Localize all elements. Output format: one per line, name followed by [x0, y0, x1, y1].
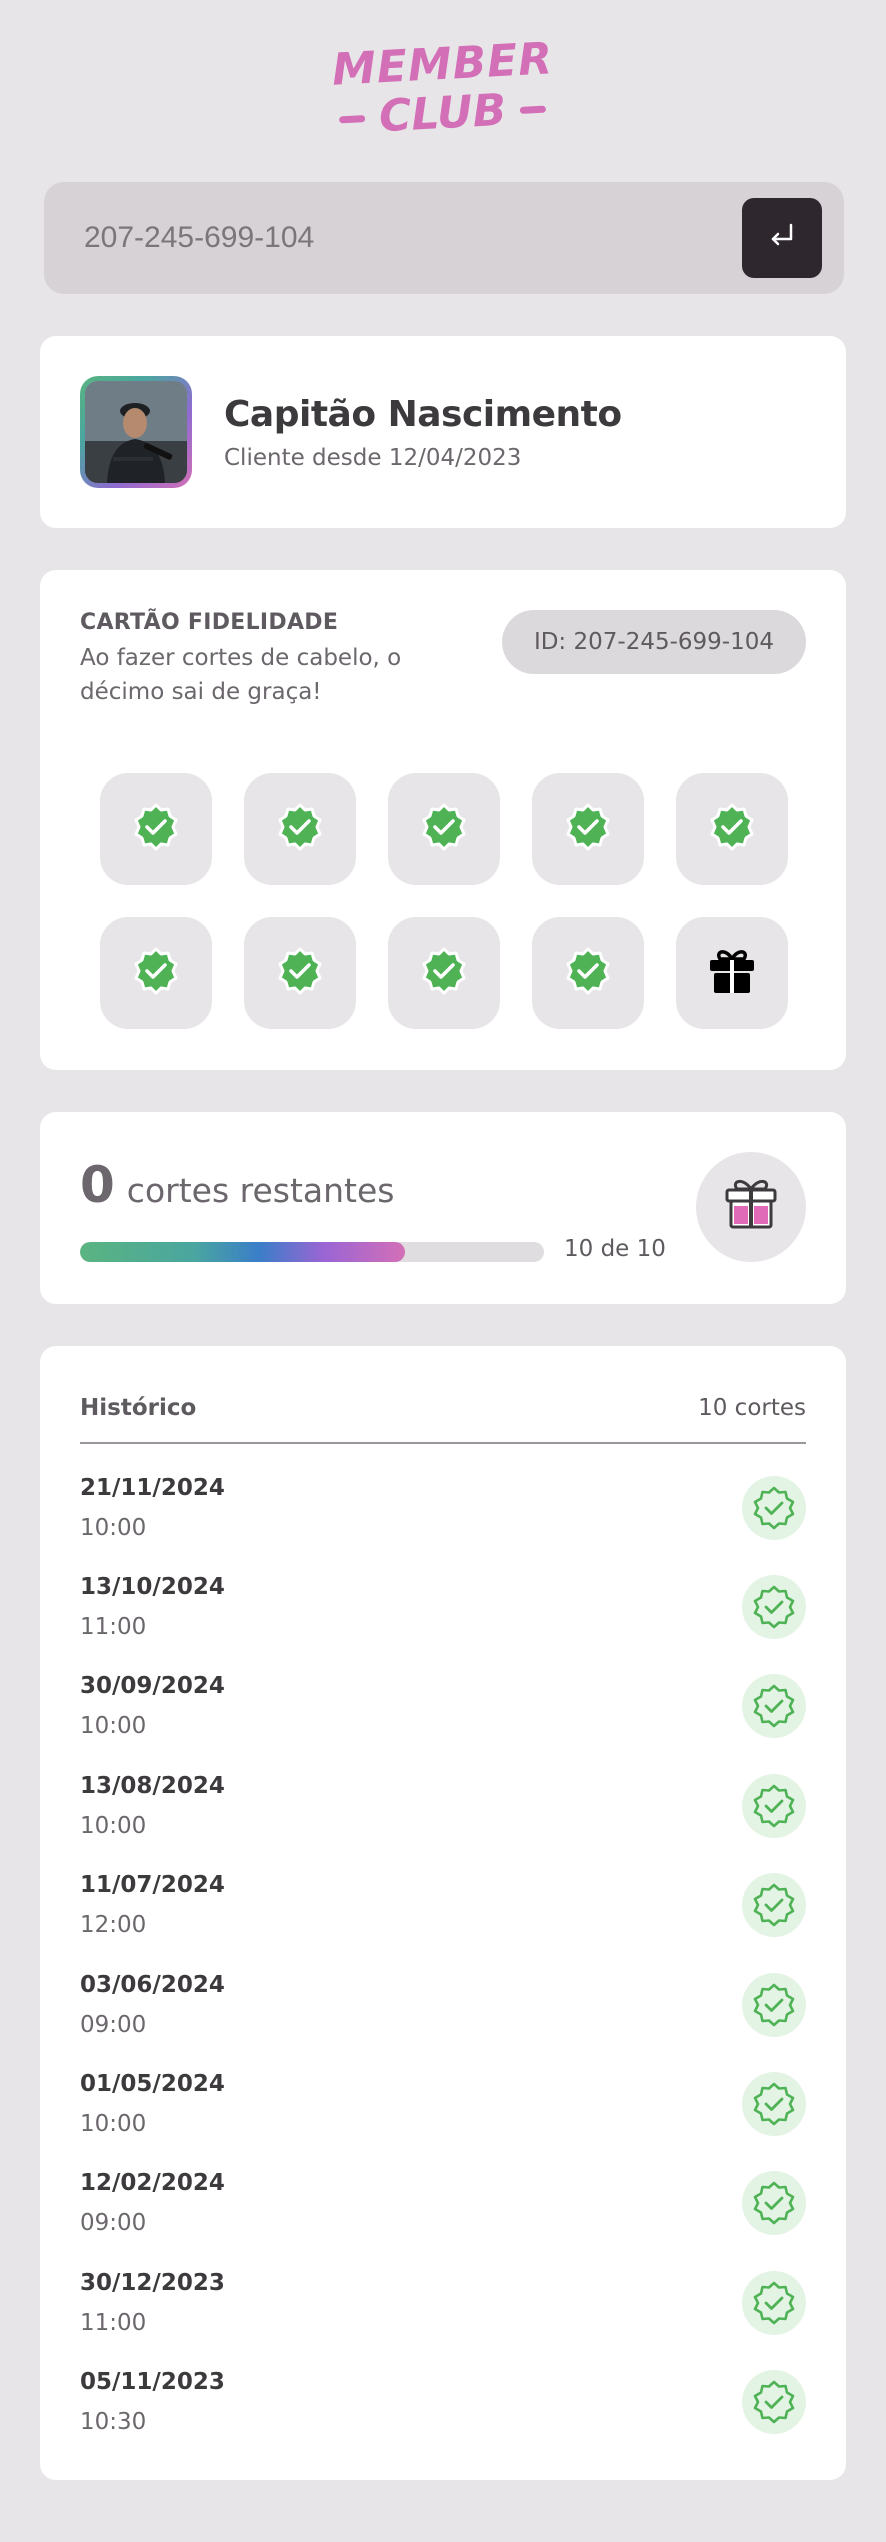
remaining-label: cortes restantes — [126, 1171, 395, 1210]
logo-dash-right — [520, 105, 547, 114]
gift-icon — [719, 1173, 783, 1241]
stamp-slot — [676, 773, 788, 885]
history-date: 11/07/2024 — [80, 1872, 225, 1899]
history-row: 11/07/2024 12:00 — [80, 1856, 806, 1955]
history-row: 01/05/2024 10:00 — [80, 2054, 806, 2153]
check-seal-icon — [742, 1674, 806, 1739]
history-row: 13/10/2024 11:00 — [80, 1557, 806, 1656]
client-name: Capitão Nascimento — [224, 393, 622, 435]
check-seal-icon — [742, 1475, 806, 1540]
history-row: 12/02/2024 09:00 — [80, 2154, 806, 2253]
history-divider — [80, 1442, 806, 1444]
history-row: 13/08/2024 10:00 — [80, 1756, 806, 1855]
check-seal-icon — [131, 946, 181, 1000]
history-date: 01/05/2024 — [80, 2071, 225, 2098]
history-date: 21/11/2024 — [80, 1474, 225, 1501]
history-card: Histórico 10 cortes 21/11/2024 10:00 13/10… — [40, 1346, 846, 2480]
history-time: 10:00 — [80, 1514, 147, 1541]
progress-fill — [80, 1242, 405, 1262]
profile-card: Capitão Nascimento Cliente desde 12/04/2… — [40, 336, 846, 528]
id-badge: ID: 207-245-699-104 — [501, 610, 806, 674]
check-seal-icon — [742, 2171, 806, 2236]
check-seal-icon — [419, 802, 469, 856]
check-seal-icon — [419, 946, 469, 1000]
history-date: 13/08/2024 — [80, 1772, 225, 1799]
history-list: 21/11/2024 10:00 13/10/2024 11:00 30/09/2024… — [80, 1458, 806, 2452]
check-seal-icon — [742, 2072, 806, 2137]
history-date: 13/10/2024 — [80, 1574, 225, 1601]
history-date: 30/12/2023 — [80, 2269, 225, 2296]
history-time: 10:30 — [80, 2409, 147, 2436]
stamp-slot — [532, 917, 644, 1029]
check-seal-icon — [742, 1873, 806, 1938]
history-date: 05/11/2023 — [80, 2369, 225, 2396]
history-time: 11:00 — [80, 1614, 147, 1641]
progress-bar — [80, 1242, 544, 1262]
stamp-slot — [244, 917, 356, 1029]
check-seal-icon — [742, 1773, 806, 1838]
logo-line-2: CLUB — [378, 84, 508, 143]
history-time: 12:00 — [80, 1912, 147, 1939]
loyalty-card: CARTÃO FIDELIDADE Ao fazer cortes de cab… — [40, 570, 846, 1070]
history-row: 30/09/2024 10:00 — [80, 1657, 806, 1756]
history-title: Histórico — [80, 1395, 197, 1421]
redeem-gift-button[interactable] — [696, 1152, 806, 1262]
client-id-input[interactable] — [84, 221, 684, 255]
history-date: 30/09/2024 — [80, 1673, 225, 1700]
member-club-logo: MEMBER CLUB — [0, 33, 886, 150]
stamp-slot — [532, 773, 644, 885]
history-row: 03/06/2024 09:00 — [80, 1955, 806, 2054]
remaining-count: 0 — [80, 1156, 115, 1214]
stamp-slot — [100, 917, 212, 1029]
submit-button[interactable] — [742, 198, 822, 278]
stamp-slot — [388, 773, 500, 885]
history-time: 10:00 — [80, 2111, 147, 2138]
avatar — [80, 376, 192, 488]
stamp-slot — [388, 917, 500, 1029]
progress-text: 10 de 10 — [564, 1236, 666, 1262]
history-row: 21/11/2024 10:00 — [80, 1458, 806, 1557]
check-seal-icon — [742, 1575, 806, 1640]
logo-dash-left — [339, 114, 366, 123]
remaining-card: 0 cortes restantes 10 de 10 — [40, 1112, 846, 1304]
stamp-slot — [244, 773, 356, 885]
stamp-slot — [100, 773, 212, 885]
avatar-photo — [85, 381, 187, 483]
check-seal-icon — [742, 2370, 806, 2435]
loyalty-description: Ao fazer cortes de cabelo, o décimo sai … — [80, 645, 402, 705]
client-since: Cliente desde 12/04/2023 — [224, 444, 522, 471]
history-time: 10:00 — [80, 1713, 147, 1740]
check-seal-icon — [707, 802, 757, 856]
history-count: 10 cortes — [698, 1395, 806, 1421]
stamp-slot-gift — [676, 917, 788, 1029]
check-seal-icon — [131, 802, 181, 856]
history-row: 05/11/2023 10:30 — [80, 2353, 806, 2452]
history-time: 09:00 — [80, 2011, 147, 2038]
client-id-search-bar — [44, 182, 844, 294]
check-seal-icon — [563, 946, 613, 1000]
history-time: 09:00 — [80, 2210, 147, 2237]
stamp-grid — [100, 773, 788, 1029]
check-seal-icon — [275, 946, 325, 1000]
check-seal-icon — [563, 802, 613, 856]
check-seal-icon — [275, 802, 325, 856]
history-row: 30/12/2023 11:00 — [80, 2253, 806, 2352]
history-date: 12/02/2024 — [80, 2170, 225, 2197]
check-seal-icon — [742, 2270, 806, 2335]
history-time: 11:00 — [80, 2309, 147, 2336]
gift-icon — [706, 945, 758, 1001]
history-date: 03/06/2024 — [80, 1971, 225, 1998]
history-time: 10:00 — [80, 1812, 147, 1839]
check-seal-icon — [742, 1972, 806, 2037]
enter-arrow-icon — [765, 219, 799, 257]
logo-line-2-wrap: CLUB — [338, 85, 547, 144]
